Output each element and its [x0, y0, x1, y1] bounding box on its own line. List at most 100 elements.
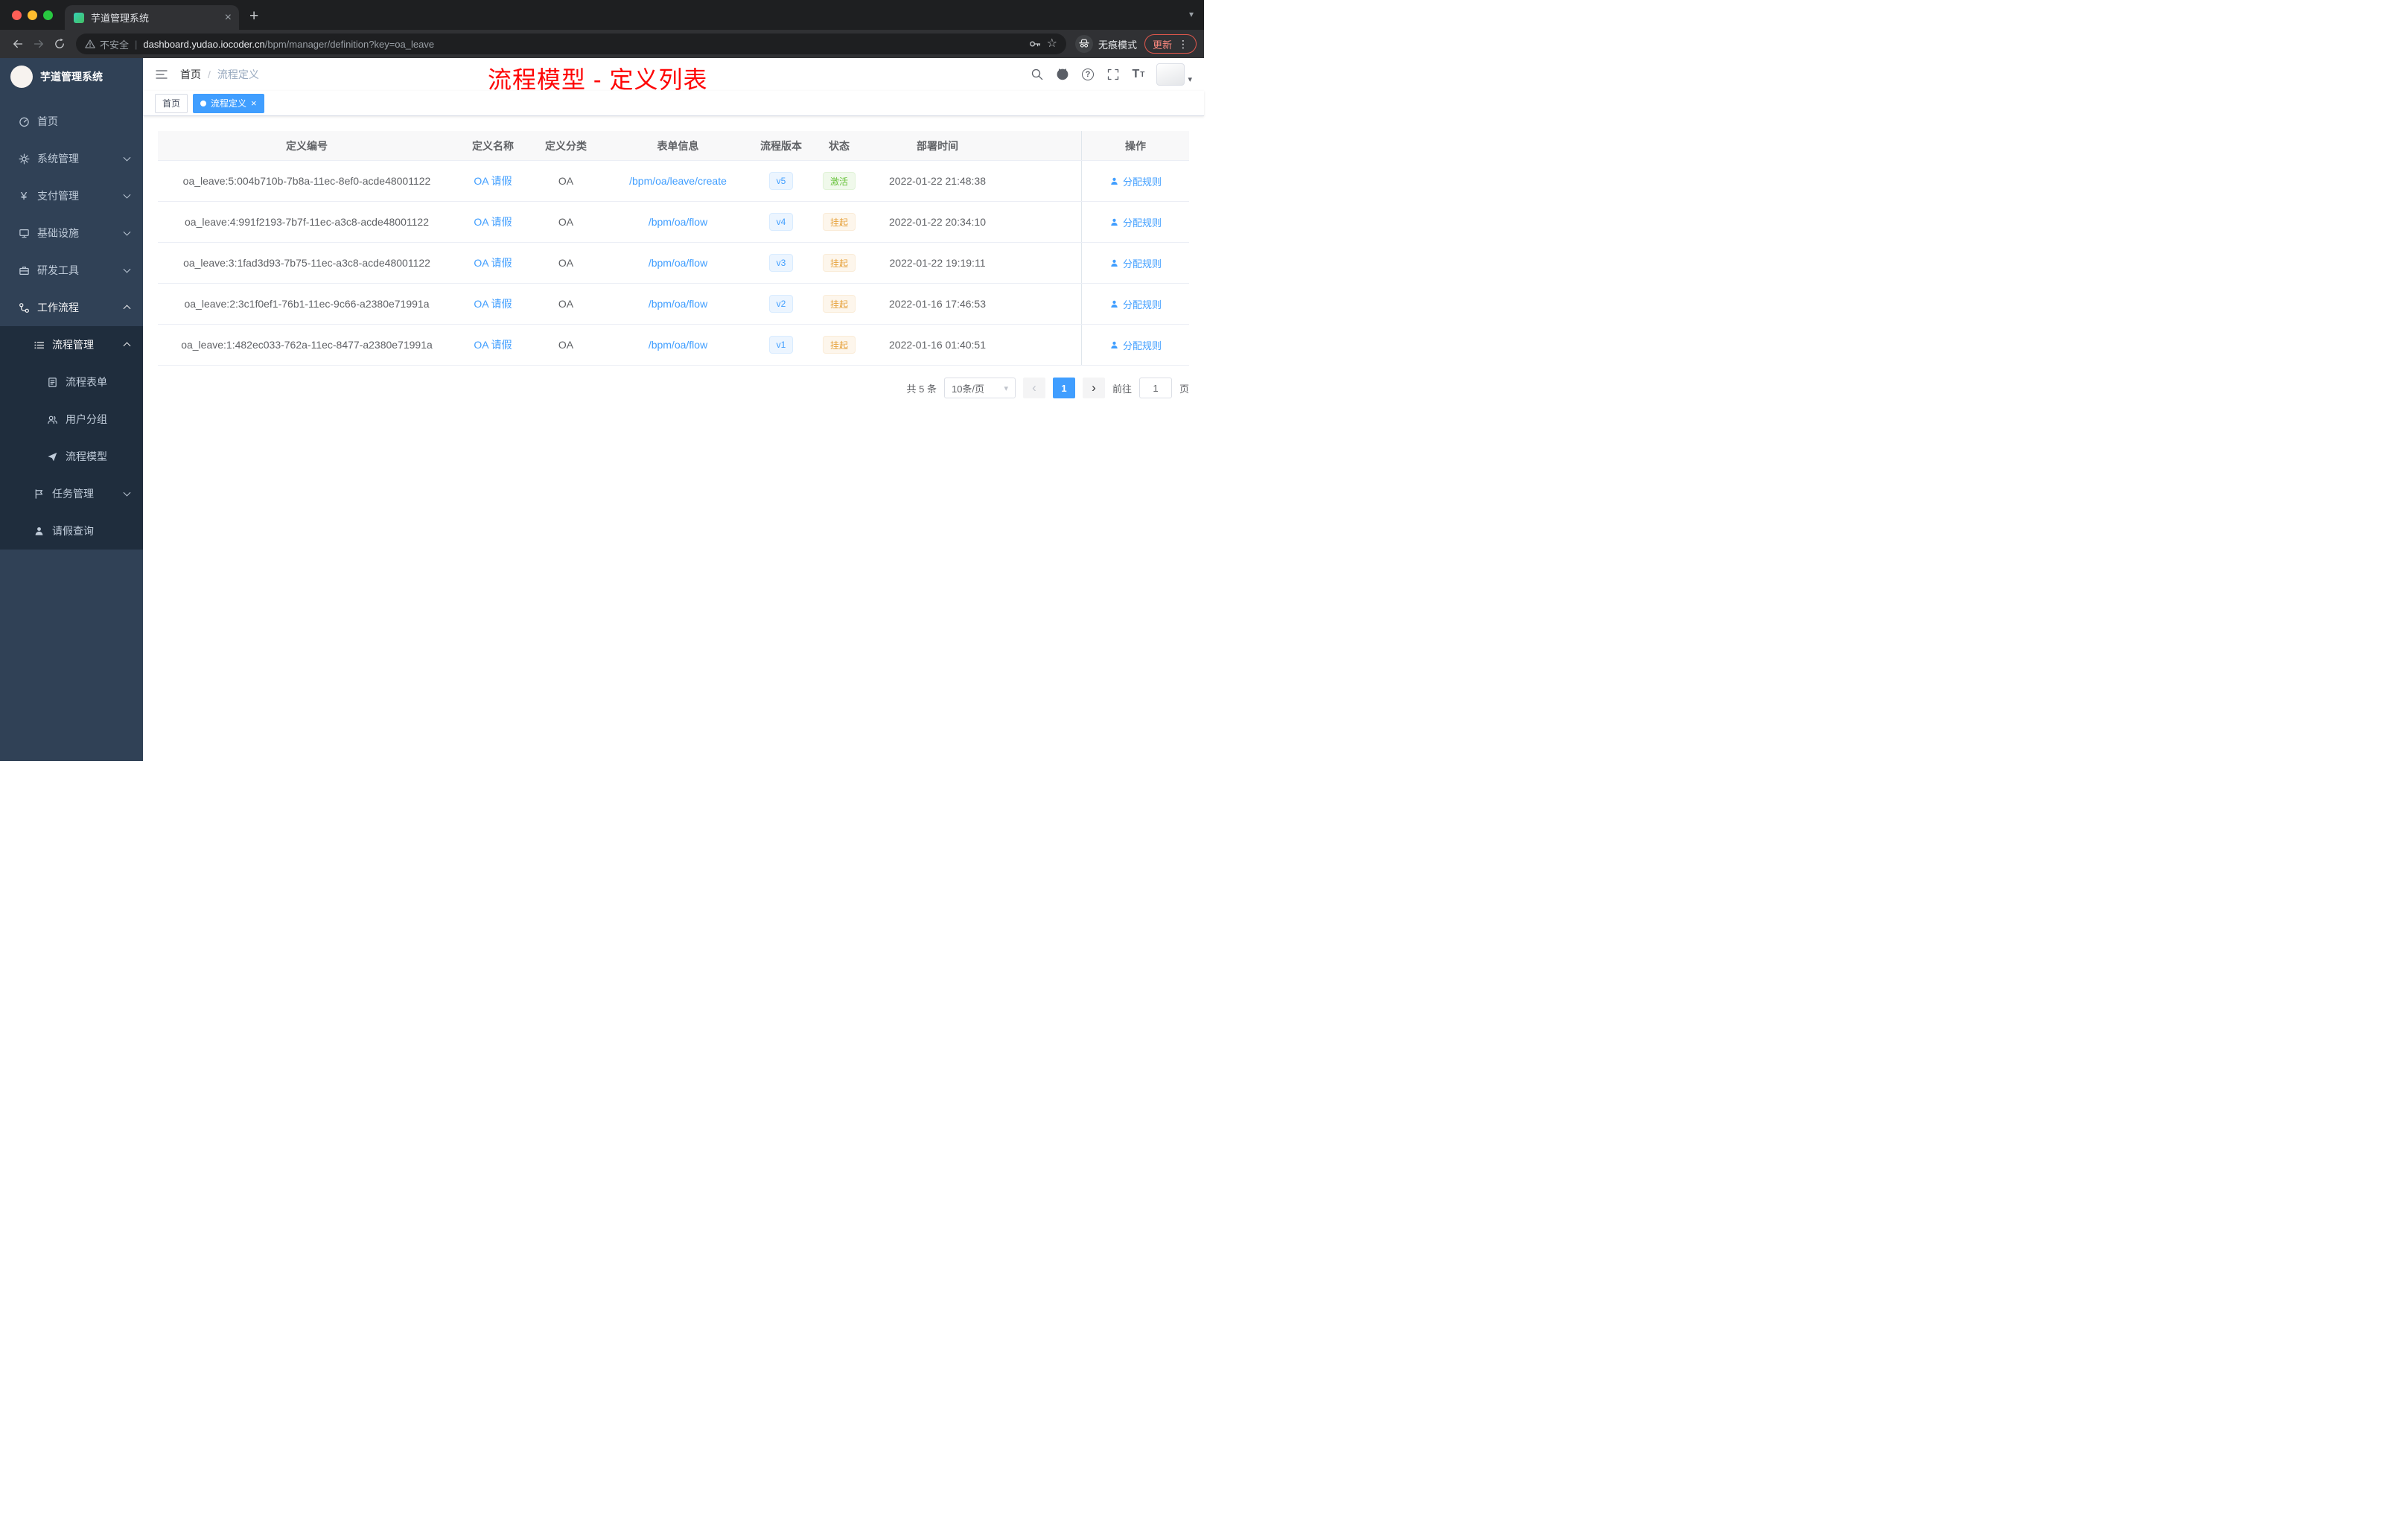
sidebar-item-user-group[interactable]: 用户分组	[0, 401, 143, 438]
definition-category: OA	[558, 257, 574, 269]
col-operation: 操作	[1081, 131, 1189, 160]
col-deploy-time: 部署时间	[917, 139, 958, 152]
goto-unit-label: 页	[1179, 383, 1189, 395]
sidebar-item-system[interactable]: 系统管理	[0, 140, 143, 177]
yen-icon: ¥	[20, 189, 28, 203]
col-process-version: 流程版本	[760, 139, 802, 152]
chevron-up-icon	[123, 305, 131, 313]
pagination: 共 5 条 10条/页 ▾ ‹ 1 › 前往 页	[158, 378, 1189, 398]
definition-name-link[interactable]: OA 请假	[474, 214, 512, 229]
tag-close-icon[interactable]: ×	[251, 98, 257, 108]
tools-icon	[18, 265, 30, 276]
col-definition-id: 定义编号	[286, 139, 328, 152]
sidebar-item-devtools[interactable]: 研发工具	[0, 252, 143, 289]
form-info-link[interactable]: /bpm/oa/leave/create	[629, 175, 727, 187]
browser-menu-icon[interactable]: ⋮	[1178, 38, 1188, 51]
current-page-button[interactable]: 1	[1052, 378, 1075, 398]
definition-name-link[interactable]: OA 请假	[474, 337, 512, 352]
password-key-icon[interactable]	[1029, 38, 1041, 50]
tab-title: 芋道管理系统	[91, 13, 150, 24]
zoom-window-button[interactable]	[43, 10, 53, 20]
forward-button[interactable]	[28, 34, 49, 54]
definition-name-link[interactable]: OA 请假	[474, 173, 512, 188]
assign-rule-link[interactable]: 分配规则	[1109, 338, 1162, 352]
page-size-select[interactable]: 10条/页 ▾	[943, 378, 1016, 398]
minimize-window-button[interactable]	[28, 10, 37, 20]
address-bar[interactable]: 不安全 | dashboard.yudao.iocoder.cn/bpm/man…	[76, 34, 1066, 54]
tasks-flag-icon	[33, 488, 45, 500]
security-status[interactable]: 不安全	[85, 37, 129, 51]
status-tag: 挂起	[822, 336, 856, 354]
col-status: 状态	[829, 139, 850, 152]
search-button[interactable]	[1030, 68, 1044, 82]
definition-name-link[interactable]: OA 请假	[474, 296, 512, 311]
assign-rule-link[interactable]: 分配规则	[1109, 215, 1162, 229]
form-info-link[interactable]: /bpm/oa/flow	[649, 339, 707, 351]
sidebar-item-home[interactable]: 首页	[0, 103, 143, 140]
active-tag-dot	[200, 100, 207, 106]
browser-window: 芋道管理系统 × + ▾ 不安全 | dashboard.yudao.iocod…	[0, 0, 1204, 58]
back-button[interactable]	[7, 34, 28, 54]
form-info-link[interactable]: /bpm/oa/flow	[649, 298, 707, 310]
tab-close-icon[interactable]: ×	[225, 11, 232, 24]
monitor-icon	[18, 228, 30, 239]
table-row: oa_leave:1:482ec033-762a-11ec-8477-a2380…	[158, 325, 1189, 366]
tab-search-button[interactable]: ▾	[1189, 9, 1194, 19]
font-size-button[interactable]: TT	[1131, 68, 1145, 82]
assign-rule-link[interactable]: 分配规则	[1109, 174, 1162, 188]
tag-process-definition[interactable]: 流程定义 ×	[193, 93, 264, 113]
tag-home[interactable]: 首页	[155, 93, 188, 113]
user-menu[interactable]: ▾	[1156, 63, 1192, 86]
sidebar-item-process-form[interactable]: 流程表单	[0, 363, 143, 401]
definition-name-link[interactable]: OA 请假	[474, 255, 512, 270]
fullscreen-button[interactable]	[1106, 68, 1120, 82]
search-icon	[1031, 69, 1043, 80]
github-button[interactable]	[1055, 68, 1069, 82]
address-divider: |	[135, 38, 138, 50]
reload-icon	[55, 38, 64, 48]
forward-arrow-icon	[34, 39, 43, 48]
sidebar-item-infrastructure[interactable]: 基础设施	[0, 214, 143, 252]
version-tag: v1	[768, 336, 794, 354]
sidebar-logo: 芋道管理系统	[0, 58, 143, 95]
assign-user-icon	[1111, 177, 1118, 185]
assign-user-icon	[1111, 300, 1118, 308]
definition-id: oa_leave:4:991f2193-7b7f-11ec-a3c8-acde4…	[185, 216, 429, 228]
security-label: 不安全	[100, 39, 130, 51]
sidebar-item-leave-query[interactable]: 请假查询	[0, 512, 143, 550]
new-tab-button[interactable]: +	[249, 7, 258, 25]
sidebar-item-process-model[interactable]: 流程模型	[0, 438, 143, 475]
dashboard-icon	[18, 116, 30, 127]
back-arrow-icon	[13, 39, 23, 48]
sidebar-item-process-mgmt[interactable]: 流程管理	[0, 326, 143, 363]
breadcrumb-home[interactable]: 首页	[180, 67, 201, 82]
prev-page-button[interactable]: ‹	[1022, 378, 1045, 398]
chevron-down-icon	[123, 265, 131, 273]
sidebar-collapse-button[interactable]	[155, 68, 168, 81]
incognito-indicator: 无痕模式	[1074, 35, 1137, 53]
browser-tab[interactable]: 芋道管理系统 ×	[65, 5, 239, 30]
chevron-down-icon: ▾	[1004, 383, 1008, 393]
sidebar-item-task-mgmt[interactable]: 任务管理	[0, 475, 143, 512]
reload-button[interactable]	[49, 34, 70, 54]
url-text: dashboard.yudao.iocoder.cn/bpm/manager/d…	[143, 39, 434, 50]
form-info-link[interactable]: /bpm/oa/flow	[649, 257, 707, 269]
assign-rule-link[interactable]: 分配规则	[1109, 256, 1162, 270]
bookmark-star-icon[interactable]: ☆	[1047, 38, 1057, 50]
goto-page-input[interactable]	[1138, 378, 1172, 398]
table-row: oa_leave:5:004b710b-7b8a-11ec-8ef0-acde4…	[158, 161, 1189, 202]
sidebar-item-workflow[interactable]: 工作流程	[0, 289, 143, 326]
form-info-link[interactable]: /bpm/oa/flow	[649, 216, 707, 228]
next-page-button[interactable]: ›	[1082, 378, 1105, 398]
goto-label: 前往	[1112, 383, 1132, 395]
table-row: oa_leave:4:991f2193-7b7f-11ec-a3c8-acde4…	[158, 202, 1189, 243]
help-button[interactable]: ?	[1080, 68, 1095, 82]
app-root: 芋道管理系统 首页 系统管理 ¥ 支付管理 基础设施 研发工具 工作流程 流程管…	[0, 58, 1204, 761]
assign-rule-link[interactable]: 分配规则	[1109, 297, 1162, 311]
definition-category: OA	[558, 339, 574, 351]
update-button[interactable]: 更新 ⋮	[1144, 34, 1197, 54]
main-area: 首页 / 流程定义 流程模型 - 定义列表 ? TT ▾ 首页 流程定义 × 定…	[143, 58, 1204, 761]
sidebar-item-payment[interactable]: ¥ 支付管理	[0, 177, 143, 214]
warning-triangle-icon	[85, 39, 95, 48]
close-window-button[interactable]	[12, 10, 22, 20]
